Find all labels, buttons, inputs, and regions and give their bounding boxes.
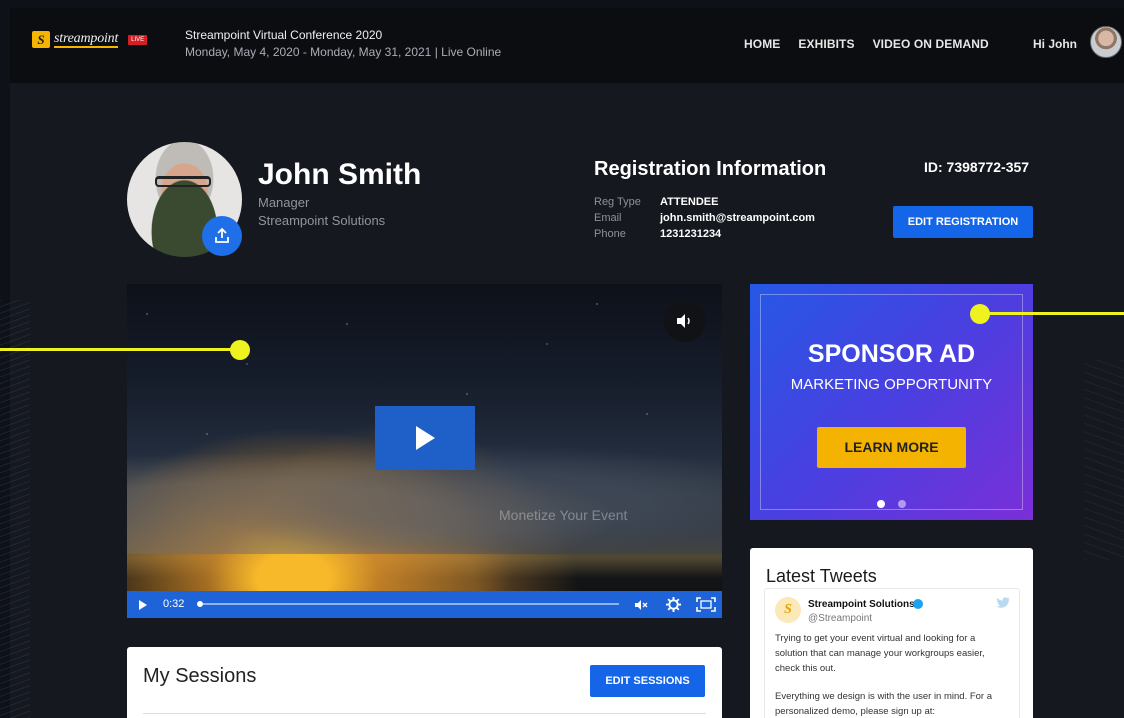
annotation-dot <box>970 304 990 324</box>
registration-id: ID: 7398772-357 <box>924 159 1030 175</box>
upload-icon <box>215 227 229 243</box>
reg-row-type: Reg Type ATTENDEE <box>594 196 718 208</box>
profile-photo-detail <box>155 176 211 187</box>
nav-video-on-demand[interactable]: VIDEO ON DEMAND <box>873 37 989 51</box>
user-avatar[interactable] <box>1090 26 1122 58</box>
sessions-title: My Sessions <box>143 665 257 687</box>
annotation-dot <box>230 340 250 360</box>
ad-title: SPONSOR AD <box>807 340 976 368</box>
play-icon <box>416 426 435 450</box>
fullscreen-icon[interactable] <box>696 597 716 612</box>
latest-tweets-panel: Latest Tweets S Streampoint Solutions @S… <box>750 548 1033 718</box>
annotation-line <box>982 312 1124 315</box>
edit-sessions-button[interactable]: EDIT SESSIONS <box>590 665 705 697</box>
reg-label: Phone <box>594 228 626 240</box>
volume-icon[interactable] <box>634 599 648 611</box>
reg-label: Email <box>594 212 622 224</box>
video-controls: 0:32 <box>127 591 722 618</box>
reg-value: 1231231234 <box>660 228 722 240</box>
edit-registration-button[interactable]: EDIT REGISTRATION <box>893 206 1033 238</box>
video-time: 0:32 <box>163 598 185 610</box>
video-watermark: Monetize Your Event <box>499 507 628 523</box>
reg-label: Reg Type <box>594 196 641 208</box>
reg-value: john.smith@streampoint.com <box>660 212 815 224</box>
unmute-button[interactable] <box>664 300 706 342</box>
conference-title: Streampoint Virtual Conference 2020 <box>185 28 383 42</box>
background-pattern <box>0 300 30 718</box>
my-sessions-panel: My Sessions EDIT SESSIONS <box>127 647 722 718</box>
video-player[interactable]: Monetize Your Event 0:32 <box>127 284 722 618</box>
reg-row-email: Email john.smith@streampoint.com <box>594 212 815 224</box>
carousel-dot[interactable] <box>898 500 906 508</box>
logo-text: streampoint <box>54 30 119 48</box>
conference-dates: Monday, May 4, 2020 - Monday, May 31, 20… <box>185 45 502 59</box>
tweets-title: Latest Tweets <box>766 566 877 586</box>
tweet-handle[interactable]: @Streampoint <box>808 613 872 624</box>
upload-photo-button[interactable] <box>202 216 242 256</box>
carousel-dot-active[interactable] <box>877 500 885 508</box>
profile-role: Manager <box>258 195 310 210</box>
reg-value: ATTENDEE <box>660 196 719 208</box>
big-play-button[interactable] <box>375 406 475 470</box>
reg-row-phone: Phone 1231231234 <box>594 228 721 240</box>
sessions-divider <box>143 713 706 714</box>
tweet-account-name[interactable]: Streampoint Solutions <box>808 599 915 610</box>
tweet-text: Everything we design is with the user in… <box>775 691 993 717</box>
main-nav: HOME EXHIBITS VIDEO ON DEMAND <box>744 37 989 51</box>
logo-mark-icon: S <box>32 31 50 48</box>
user-greeting[interactable]: Hi John <box>1033 37 1077 51</box>
learn-more-button[interactable]: LEARN MORE <box>817 427 966 468</box>
streampoint-logo[interactable]: S streampoint LIVE <box>32 30 148 48</box>
tweet-avatar[interactable]: S <box>775 597 801 623</box>
annotation-line <box>0 348 238 351</box>
twitter-bird-icon[interactable] <box>997 597 1010 608</box>
ad-frame <box>760 294 1023 510</box>
volume-icon <box>677 314 690 328</box>
tweet-card[interactable]: S Streampoint Solutions @Streampoint Try… <box>764 588 1020 718</box>
ad-subtitle: MARKETING OPPORTUNITY <box>790 376 993 393</box>
verified-badge-icon <box>913 599 923 609</box>
live-badge: LIVE <box>128 34 148 45</box>
nav-home[interactable]: HOME <box>744 37 780 51</box>
profile-company: Streampoint Solutions <box>258 213 386 228</box>
top-header: S streampoint LIVE Streampoint Virtual C… <box>10 8 1124 83</box>
video-progress-bar[interactable] <box>197 601 619 607</box>
nav-exhibits[interactable]: EXHIBITS <box>798 37 854 51</box>
sponsor-ad-banner[interactable]: SPONSOR AD MARKETING OPPORTUNITY LEARN M… <box>750 284 1033 520</box>
settings-gear-icon[interactable] <box>666 597 681 612</box>
background-pattern <box>1084 360 1124 560</box>
registration-title: Registration Information <box>594 158 827 180</box>
video-progress-handle[interactable] <box>197 601 203 607</box>
profile-name: John Smith <box>258 158 422 191</box>
play-icon[interactable] <box>138 599 148 611</box>
tweet-text: Trying to get your event virtual and loo… <box>775 633 985 674</box>
